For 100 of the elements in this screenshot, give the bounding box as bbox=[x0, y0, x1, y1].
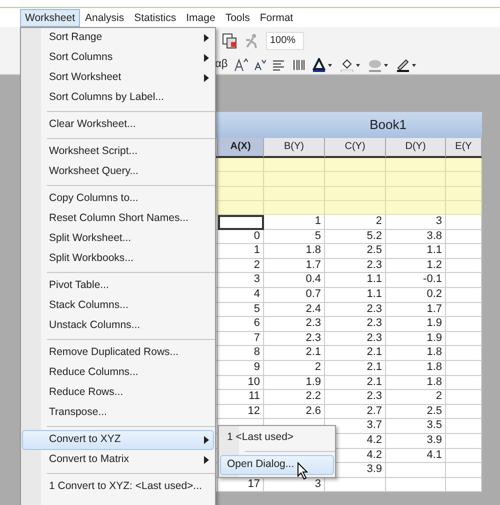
table-cell: 3 bbox=[218, 273, 264, 288]
menu-item[interactable]: Split Workbooks... bbox=[22, 249, 214, 269]
table-cell bbox=[446, 376, 482, 390]
column-header[interactable]: B(Y) bbox=[264, 138, 325, 158]
table-cell: 2.3 bbox=[264, 317, 325, 332]
label-cell bbox=[264, 186, 325, 201]
menu-item[interactable]: Convert to Matrix bbox=[22, 450, 214, 470]
table-cell: 4.1 bbox=[386, 448, 446, 464]
table-cell: 1.7 bbox=[386, 302, 446, 318]
table-cell bbox=[446, 215, 482, 230]
menu-item[interactable]: Pivot Table... bbox=[22, 276, 214, 296]
menu-item[interactable]: Reset Column Short Names... bbox=[22, 209, 214, 229]
label-cell bbox=[264, 158, 325, 172]
label-cell bbox=[218, 200, 264, 215]
menu-item[interactable]: Unstack Columns... bbox=[22, 316, 214, 336]
table-cell: 1.1 bbox=[325, 288, 386, 303]
zoom-field[interactable]: 100% bbox=[266, 32, 304, 50]
table-cell: 3.5 bbox=[386, 419, 446, 434]
menu-bar-item[interactable]: Worksheet bbox=[20, 8, 80, 26]
table-cell: 1.8 bbox=[264, 244, 325, 259]
menu-item[interactable]: Reduce Rows... bbox=[22, 383, 214, 403]
menu-item[interactable]: Sort Columns bbox=[22, 48, 214, 68]
menu-item[interactable]: Copy Columns to... bbox=[22, 189, 214, 209]
label-cell bbox=[325, 172, 386, 186]
table-cell: 1 bbox=[264, 215, 325, 230]
menu-item[interactable]: Sort Range bbox=[22, 28, 214, 48]
fill-icon[interactable] bbox=[340, 58, 362, 72]
label-cell bbox=[218, 172, 264, 186]
table-cell: 2 bbox=[218, 258, 264, 274]
column-header[interactable]: A(X) bbox=[218, 138, 264, 158]
menu-item[interactable]: Worksheet Query... bbox=[22, 162, 214, 182]
table-cell: 2.3 bbox=[325, 317, 386, 332]
menu-bar-item[interactable]: Tools bbox=[220, 8, 255, 26]
table-cell: 1.9 bbox=[264, 376, 325, 390]
bars-icon[interactable] bbox=[292, 58, 306, 72]
label-cell bbox=[386, 200, 446, 215]
table-cell: 2.1 bbox=[264, 346, 325, 361]
menu-item[interactable]: Reduce Columns... bbox=[22, 363, 214, 383]
table-cell: 2.2 bbox=[264, 390, 325, 405]
label-cell bbox=[325, 186, 386, 201]
table-cell: 9 bbox=[218, 360, 264, 376]
menu-item[interactable]: Open Dialog... bbox=[220, 455, 334, 475]
table-cell: 1.1 bbox=[325, 273, 386, 288]
table-cell bbox=[446, 463, 482, 478]
table-cell: 2.3 bbox=[325, 258, 386, 274]
menu-bar-item[interactable]: Format bbox=[254, 8, 298, 26]
column-header[interactable]: D(Y) bbox=[386, 138, 446, 158]
table-cell bbox=[446, 302, 482, 318]
table-cell: 2.1 bbox=[325, 360, 386, 376]
table-cell: 2.3 bbox=[325, 332, 386, 346]
menu-item[interactable]: Split Worksheet... bbox=[22, 229, 214, 249]
table-cell bbox=[446, 448, 482, 464]
label-cell bbox=[446, 200, 482, 215]
font-color-icon[interactable] bbox=[312, 58, 334, 72]
pen-icon[interactable] bbox=[396, 58, 418, 72]
table-cell: 2 bbox=[325, 215, 386, 230]
table-cell: 0.2 bbox=[386, 288, 446, 303]
table-cell: 4 bbox=[218, 288, 264, 303]
table-cell: 2.3 bbox=[325, 390, 386, 405]
column-header[interactable]: C(Y) bbox=[325, 138, 386, 158]
table-cell: 1.9 bbox=[386, 317, 446, 332]
menu-item[interactable]: Convert to XYZ bbox=[22, 430, 214, 450]
workbook-title: Book1 bbox=[368, 116, 406, 134]
menu-bar-item[interactable]: Statistics bbox=[129, 8, 182, 26]
table-cell: -0.1 bbox=[386, 273, 446, 288]
menu-item[interactable]: Sort Worksheet bbox=[22, 68, 214, 88]
table-cell bbox=[446, 346, 482, 361]
table-cell: 1.8 bbox=[386, 346, 446, 361]
menu-item[interactable]: Transpose... bbox=[22, 403, 214, 423]
label-cell bbox=[446, 172, 482, 186]
label-cell bbox=[386, 158, 446, 172]
align-icon[interactable] bbox=[272, 58, 286, 72]
table-cell: 0 bbox=[218, 230, 264, 244]
table-cell: 2.5 bbox=[325, 244, 386, 259]
menu-item[interactable]: 1 Convert to XYZ: <Last used>... bbox=[22, 477, 214, 497]
menu-item[interactable]: Stack Columns... bbox=[22, 296, 214, 316]
table-cell: 2.1 bbox=[325, 346, 386, 361]
table-cell bbox=[446, 230, 482, 244]
menu-item[interactable]: Remove Duplicated Rows... bbox=[22, 343, 214, 363]
table-cell bbox=[386, 463, 446, 478]
copy-icon[interactable] bbox=[222, 33, 238, 49]
font-shrink-icon[interactable] bbox=[254, 58, 266, 70]
pattern-icon[interactable] bbox=[368, 58, 390, 72]
menu-bar-item[interactable]: Image bbox=[181, 8, 220, 26]
label-cell bbox=[264, 172, 325, 186]
table-cell: 1.8 bbox=[386, 360, 446, 376]
column-header[interactable]: E(Y bbox=[446, 138, 482, 158]
table-cell bbox=[446, 478, 482, 492]
menu-bar-item[interactable]: Analysis bbox=[80, 8, 130, 26]
table-cell bbox=[446, 273, 482, 288]
menu-item[interactable]: Sort Columns by Label... bbox=[22, 88, 214, 108]
label-cell bbox=[446, 186, 482, 201]
menu-item[interactable]: Clear Worksheet... bbox=[22, 115, 214, 135]
font-grow-icon[interactable] bbox=[234, 58, 248, 72]
table-cell: 6 bbox=[218, 317, 264, 332]
menu-item[interactable]: Worksheet Script... bbox=[22, 142, 214, 162]
table-cell: 1.9 bbox=[386, 332, 446, 346]
table-cell: 2.3 bbox=[264, 332, 325, 346]
table-cell: 7 bbox=[218, 332, 264, 346]
table-cell: 3.9 bbox=[386, 434, 446, 448]
